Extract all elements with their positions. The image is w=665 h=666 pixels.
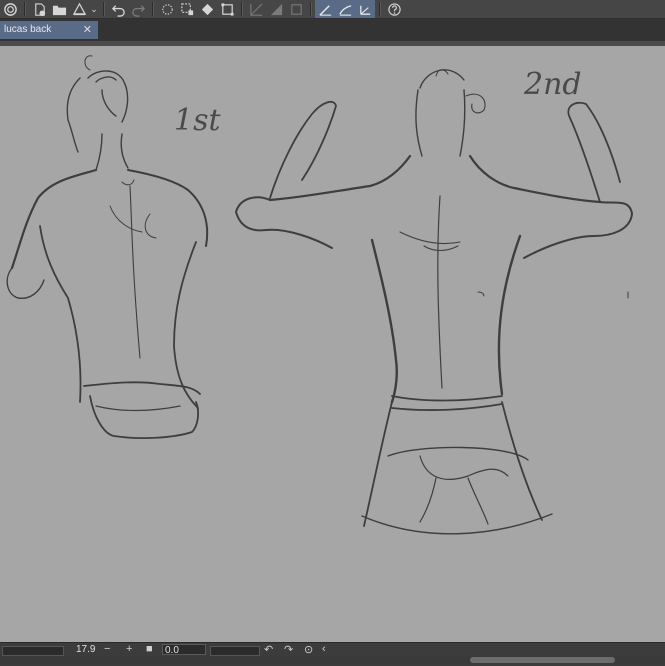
snap-to-special-ruler-icon[interactable] [286,0,306,18]
fill-icon[interactable] [197,0,217,18]
new-file-icon[interactable] [29,0,49,18]
fit-view-button[interactable]: ■ [146,643,153,655]
toolbar-divider [241,2,242,16]
snap-to-ruler-icon[interactable] [246,0,266,18]
sketch-artwork: 1st 2nd [0,46,665,642]
clear-selection-icon[interactable] [157,0,177,18]
zoom-slider[interactable] [2,646,64,656]
undo-icon[interactable] [108,0,128,18]
pen-angle-icon[interactable] [355,0,375,18]
pen-curve-icon[interactable] [335,0,355,18]
tab-lucas-back[interactable]: lucas back ✕ [0,21,98,39]
rotate-right-icon[interactable]: ↷ [284,643,293,656]
drawing-canvas[interactable]: 1st 2nd [0,46,665,642]
main-toolbar: ⌄ [0,0,665,19]
toolbar-divider [379,2,380,16]
toolbar-divider [103,2,104,16]
zoom-value: 17.9 [76,644,96,655]
annotation-first: 1st [174,103,221,138]
rotation-slider[interactable] [210,646,260,656]
rotation-angle-field[interactable]: 0.0 [162,644,206,656]
horizontal-scrollbar[interactable] [0,656,665,665]
close-icon[interactable]: ✕ [83,21,92,39]
crop-icon[interactable] [217,0,237,18]
rotate-left-icon[interactable]: ↶ [264,643,273,656]
toolbar-divider [152,2,153,16]
select-transform-icon[interactable] [177,0,197,18]
collapse-status-icon[interactable]: ‹ [322,643,326,655]
redo-icon[interactable] [128,0,148,18]
document-tab-bar: lucas back ✕ [0,19,665,41]
save-dropdown-chevron-icon[interactable]: ⌄ [89,0,99,18]
help-icon[interactable] [384,0,404,18]
toolbar-divider [310,2,311,16]
save-icon[interactable] [69,0,89,18]
app-logo-icon[interactable] [0,0,20,18]
reset-rotation-icon[interactable]: ⊙ [304,643,313,656]
zoom-out-button[interactable]: − [104,643,110,655]
scrollbar-thumb[interactable] [470,657,615,663]
zoom-in-button[interactable]: + [126,643,132,655]
tab-title: lucas back [4,24,52,35]
toolbar-divider [24,2,25,16]
annotation-second: 2nd [523,67,582,102]
snap-to-grid-icon[interactable] [266,0,286,18]
pen-stabilization-icon[interactable] [315,0,335,18]
open-folder-icon[interactable] [49,0,69,18]
